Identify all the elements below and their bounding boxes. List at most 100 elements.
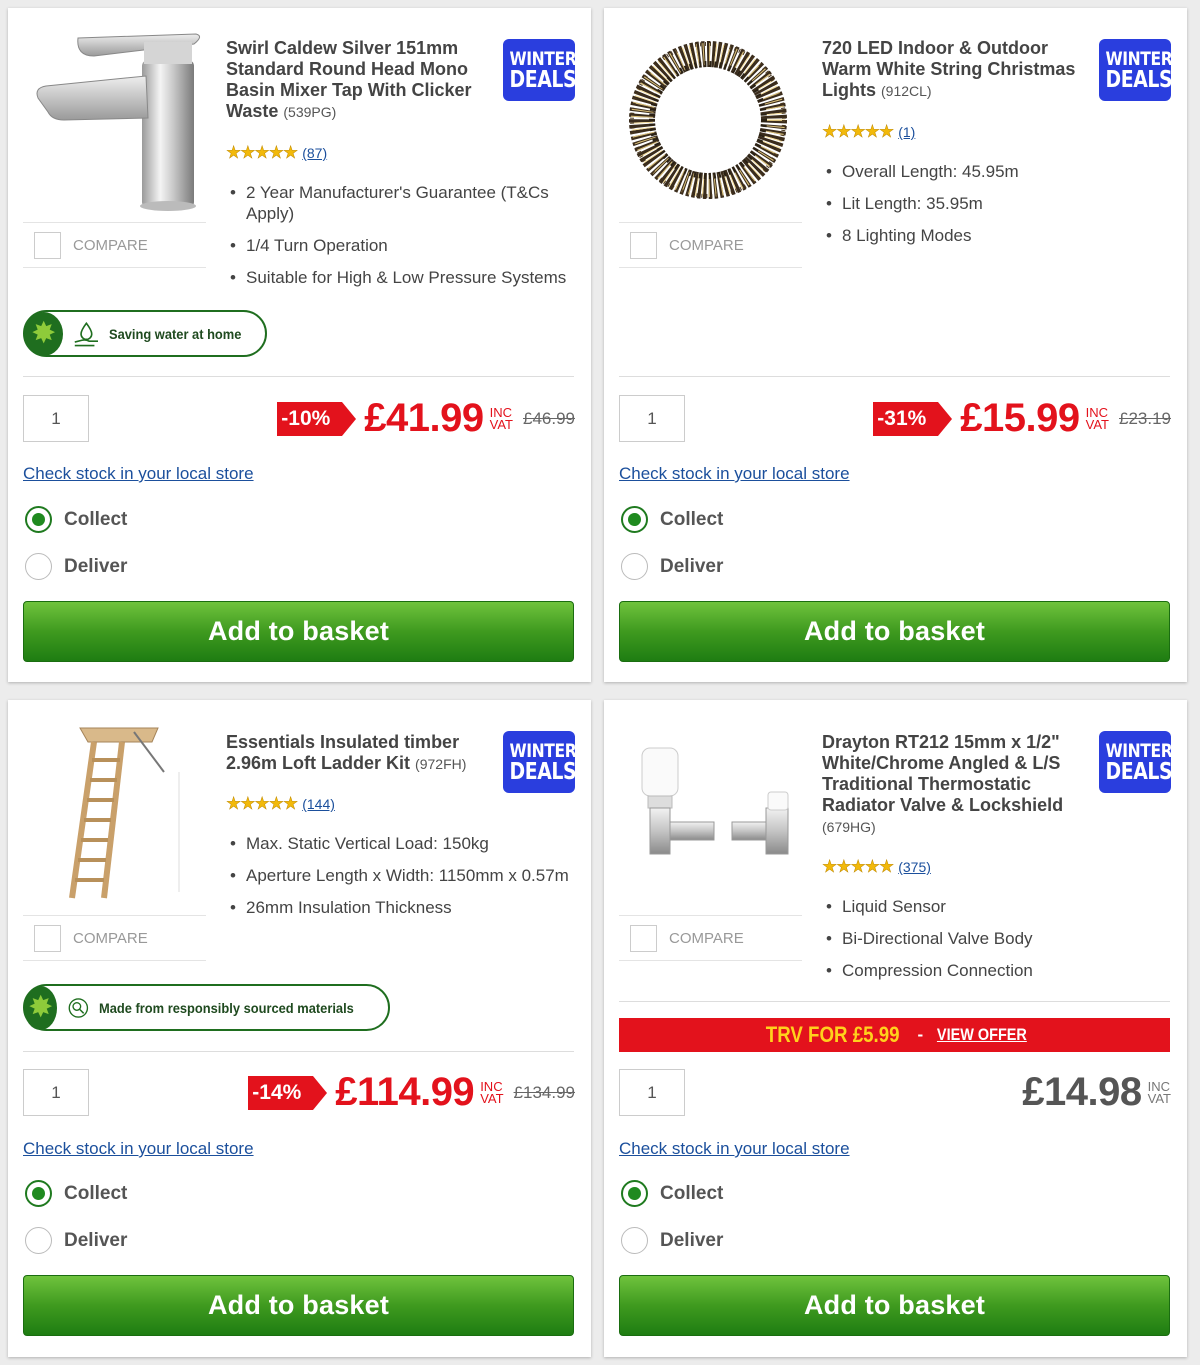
collect-radio[interactable]	[621, 1180, 648, 1207]
product-code: (679HG)	[822, 819, 876, 835]
vat-text: VAT	[1147, 1090, 1171, 1106]
rating: ★★★★★ (1)	[822, 122, 916, 142]
compare-toggle[interactable]: COMPARE	[619, 222, 802, 268]
product-title[interactable]: 720 LED Indoor & Outdoor Warm White Stri…	[822, 38, 1084, 102]
was-price: £134.99	[513, 1082, 575, 1102]
compare-label: COMPARE	[73, 236, 148, 254]
compare-checkbox[interactable]	[34, 231, 61, 259]
product-title[interactable]: Drayton RT212 15mm x 1/2" White/Chrome A…	[822, 732, 1084, 838]
feature-item: Lit Length: 35.95m	[822, 193, 1172, 214]
deliver-radio[interactable]	[25, 553, 52, 580]
feature-item: Max. Static Vertical Load: 150kg	[226, 833, 586, 854]
collect-label: Collect	[660, 1182, 724, 1204]
eco-label[interactable]: ✸ Made from responsibly sourced material…	[23, 984, 390, 1031]
compare-toggle[interactable]: COMPARE	[619, 915, 802, 961]
product-code: (972FH)	[415, 756, 467, 772]
badge-line2: DEALS	[509, 67, 577, 93]
winter-deals-badge: WINTER DEALS	[503, 731, 577, 793]
review-count-link[interactable]: (87)	[302, 145, 327, 161]
was-price: £23.19	[1119, 408, 1171, 428]
product-card: COMPARE Essentials Insulated timber 2.96…	[8, 700, 591, 1357]
badge-line1: WINTER	[509, 48, 577, 70]
product-image[interactable]	[24, 712, 206, 908]
collect-option[interactable]: Collect	[25, 506, 127, 533]
eco-label-text: Made from responsibly sourced materials	[99, 999, 354, 1016]
collect-label: Collect	[64, 1182, 128, 1204]
deliver-option[interactable]: Deliver	[25, 1227, 127, 1254]
compare-checkbox[interactable]	[34, 924, 61, 952]
divider	[23, 376, 574, 377]
review-count-link[interactable]: (1)	[898, 124, 915, 140]
quantity-input[interactable]: 1	[619, 1069, 685, 1116]
product-title-text[interactable]: Drayton RT212 15mm x 1/2" White/Chrome A…	[822, 732, 1063, 815]
deliver-option[interactable]: Deliver	[25, 553, 127, 580]
vat-text: VAT	[489, 416, 513, 432]
review-count-link[interactable]: (144)	[302, 796, 335, 812]
collect-radio[interactable]	[621, 506, 648, 533]
vat-text: VAT	[1085, 416, 1109, 432]
compare-checkbox[interactable]	[630, 231, 657, 259]
compare-label: COMPARE	[669, 929, 744, 947]
product-title-text[interactable]: 720 LED Indoor & Outdoor Warm White Stri…	[822, 38, 1075, 100]
quantity-input[interactable]: 1	[619, 395, 685, 442]
price-block: -31% £15.99 INC VAT £23.19	[873, 395, 1171, 442]
feature-list: Max. Static Vertical Load: 150kg Apertur…	[226, 833, 586, 929]
eco-star-icon: ✸	[24, 311, 64, 356]
inc-vat-label: INC VAT	[1085, 406, 1109, 432]
check-stock-link[interactable]: Check stock in your local store	[23, 464, 254, 484]
view-offer-link[interactable]: VIEW OFFER	[937, 1025, 1027, 1045]
star-rating-icon: ★★★★★	[226, 143, 299, 163]
product-image[interactable]	[24, 20, 206, 216]
feature-item: Liquid Sensor	[822, 896, 1172, 917]
quantity-input[interactable]: 1	[23, 395, 89, 442]
compare-toggle[interactable]: COMPARE	[23, 222, 206, 268]
quantity-input[interactable]: 1	[23, 1069, 89, 1116]
product-title-text[interactable]: Swirl Caldew Silver 151mm Standard Round…	[226, 38, 472, 121]
add-to-basket-button[interactable]: Add to basket	[23, 601, 574, 662]
badge-line1: WINTER	[1105, 740, 1173, 762]
offer-separator: -	[917, 1025, 924, 1044]
add-to-basket-button[interactable]: Add to basket	[23, 1275, 574, 1336]
water-hand-icon	[74, 321, 99, 346]
deliver-option[interactable]: Deliver	[621, 1227, 723, 1254]
star-rating-icon: ★★★★★	[822, 857, 895, 877]
inc-vat-label: INC VAT	[1147, 1080, 1171, 1106]
offer-banner[interactable]: TRV FOR £5.99 - VIEW OFFER	[619, 1018, 1170, 1052]
compare-checkbox[interactable]	[630, 924, 657, 952]
eco-label[interactable]: ✸ Saving water at home	[23, 310, 267, 357]
price: £114.99	[335, 1070, 475, 1114]
product-image[interactable]	[620, 20, 802, 216]
compare-toggle[interactable]: COMPARE	[23, 915, 206, 961]
compare-label: COMPARE	[669, 236, 744, 254]
check-stock-link[interactable]: Check stock in your local store	[23, 1139, 254, 1159]
inc-vat-label: INC VAT	[489, 406, 513, 432]
collect-option[interactable]: Collect	[25, 1180, 127, 1207]
product-title[interactable]: Swirl Caldew Silver 151mm Standard Round…	[226, 38, 488, 123]
feature-item: Overall Length: 45.95m	[822, 161, 1172, 182]
check-stock-link[interactable]: Check stock in your local store	[619, 1139, 850, 1159]
product-code: (912CL)	[881, 83, 932, 99]
deliver-label: Deliver	[64, 1229, 128, 1251]
sourced-materials-icon	[68, 997, 89, 1018]
was-price: £46.99	[523, 408, 575, 428]
check-stock-link[interactable]: Check stock in your local store	[619, 464, 850, 484]
collect-radio[interactable]	[25, 1180, 52, 1207]
divider	[619, 1001, 1170, 1002]
review-count-link[interactable]: (375)	[898, 859, 931, 875]
collect-radio[interactable]	[25, 506, 52, 533]
deliver-radio[interactable]	[25, 1227, 52, 1254]
feature-list: 2 Year Manufacturer's Guarantee (T&Cs Ap…	[226, 182, 576, 299]
feature-item: Bi-Directional Valve Body	[822, 928, 1172, 949]
add-to-basket-button[interactable]: Add to basket	[619, 601, 1170, 662]
deliver-radio[interactable]	[621, 553, 648, 580]
deliver-option[interactable]: Deliver	[621, 553, 723, 580]
winter-deals-badge: WINTER DEALS	[1099, 731, 1173, 793]
collect-option[interactable]: Collect	[621, 1180, 723, 1207]
deliver-radio[interactable]	[621, 1227, 648, 1254]
collect-option[interactable]: Collect	[621, 506, 723, 533]
product-image[interactable]	[620, 712, 802, 908]
product-code: (539PG)	[283, 104, 337, 120]
feature-item: 2 Year Manufacturer's Guarantee (T&Cs Ap…	[226, 182, 576, 224]
product-title[interactable]: Essentials Insulated timber 2.96m Loft L…	[226, 732, 484, 775]
add-to-basket-button[interactable]: Add to basket	[619, 1275, 1170, 1336]
